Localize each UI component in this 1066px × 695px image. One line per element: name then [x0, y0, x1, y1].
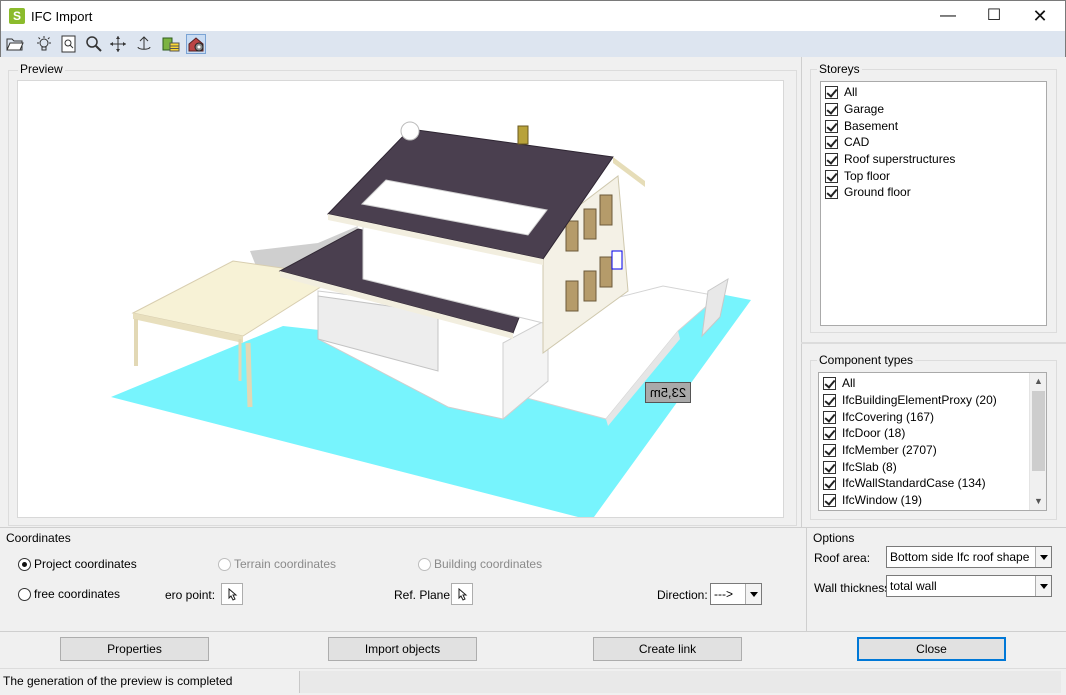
dimension-label: 23,5m — [645, 382, 691, 403]
checkbox-icon[interactable] — [825, 152, 838, 166]
preview-label: Preview — [18, 62, 65, 76]
checkbox-icon[interactable] — [823, 460, 836, 474]
direction-label: Direction: — [657, 588, 708, 602]
zero-point-label: ero point: — [165, 588, 216, 602]
chevron-down-icon[interactable] — [1035, 576, 1051, 596]
checkbox-icon[interactable] — [825, 85, 838, 99]
layers-icon[interactable] — [161, 34, 181, 54]
render-view-icon[interactable] — [186, 34, 206, 54]
building-coordinates-label: Building coordinates — [434, 557, 543, 571]
project-coordinates-label: Project coordinates — [34, 557, 137, 571]
checkbox-icon[interactable] — [825, 119, 838, 133]
import-objects-button[interactable]: Import objects — [328, 637, 477, 661]
checkbox-icon[interactable] — [823, 493, 836, 507]
scroll-thumb[interactable] — [1032, 391, 1045, 471]
close-button[interactable]: Close — [857, 637, 1006, 661]
wall-thickness-select[interactable]: total wall — [886, 575, 1052, 597]
preview-3d-viewport[interactable]: 23,5m — [17, 80, 784, 518]
house-3d-model — [111, 121, 751, 517]
component-item-all[interactable]: All — [819, 375, 855, 391]
storey-item-cad[interactable]: CAD — [821, 134, 869, 150]
button-row-separator — [0, 631, 1066, 632]
minimize-button[interactable]: — — [925, 1, 971, 31]
checkbox-icon[interactable] — [825, 169, 838, 183]
properties-button[interactable]: Properties — [60, 637, 209, 661]
app-logo-icon: S — [9, 8, 25, 24]
free-coordinates-radio[interactable] — [18, 588, 31, 601]
pane-splitter[interactable] — [801, 342, 1066, 344]
pick-point-icon — [458, 587, 468, 601]
pan-icon[interactable] — [108, 34, 128, 54]
status-bar: The generation of the preview is complet… — [0, 668, 1066, 695]
terrain-coordinates-radio[interactable] — [218, 558, 231, 571]
storey-item-basement[interactable]: Basement — [821, 118, 898, 134]
component-types-label: Component types — [817, 353, 916, 367]
storey-item-roof-superstructures[interactable]: Roof superstructures — [821, 151, 955, 167]
create-link-button[interactable]: Create link — [593, 637, 742, 661]
component-types-scrollbar[interactable]: ▲ ▼ — [1029, 373, 1046, 510]
options-label: Options — [813, 531, 855, 545]
component-item-building-element-proxy[interactable]: IfcBuildingElementProxy (20) — [819, 392, 997, 408]
component-item-member[interactable]: IfcMember (2707) — [819, 442, 937, 458]
storeys-list[interactable]: All Garage Basement CAD Roof superstruct… — [820, 81, 1047, 326]
wall-thickness-label: Wall thickness — [814, 581, 891, 595]
project-coordinates-radio[interactable] — [18, 558, 31, 571]
storey-item-ground-floor[interactable]: Ground floor — [821, 184, 911, 200]
terrain-coordinates-label: Terrain coordinates — [234, 557, 337, 571]
component-item-window[interactable]: IfcWindow (19) — [819, 492, 922, 508]
options-separator — [806, 528, 807, 631]
storeys-label: Storeys — [817, 62, 862, 76]
component-item-slab[interactable]: IfcSlab (8) — [819, 459, 897, 475]
zero-point-pick-button[interactable] — [221, 583, 243, 605]
ref-plane-pick-button[interactable] — [451, 583, 473, 605]
scroll-up-icon[interactable]: ▲ — [1030, 373, 1046, 390]
checkbox-icon[interactable] — [825, 135, 838, 149]
checkbox-icon[interactable] — [825, 185, 838, 199]
rotate-icon[interactable] — [134, 34, 154, 54]
component-item-door[interactable]: IfcDoor (18) — [819, 425, 905, 441]
status-text: The generation of the preview is complet… — [3, 674, 233, 688]
section-separator — [0, 527, 1066, 528]
roof-area-label: Roof area: — [814, 551, 871, 565]
window-title: IFC Import — [31, 9, 93, 24]
ref-plane-label: Ref. Plane: — [394, 588, 454, 602]
direction-select[interactable]: ---> — [710, 583, 762, 605]
open-folder-icon[interactable] — [5, 34, 25, 54]
checkbox-icon[interactable] — [823, 426, 836, 440]
checkbox-icon[interactable] — [825, 102, 838, 116]
zoom-icon[interactable] — [84, 34, 104, 54]
storey-item-top-floor[interactable]: Top floor — [821, 168, 890, 184]
status-panel — [299, 671, 1061, 693]
checkbox-icon[interactable] — [823, 476, 836, 490]
scroll-down-icon[interactable]: ▼ — [1030, 493, 1046, 510]
component-item-wall-standard-case[interactable]: IfcWallStandardCase (134) — [819, 475, 986, 491]
title-bar: S IFC Import — ☐ ✕ — [0, 0, 1066, 31]
pane-divider — [801, 57, 802, 527]
toolbar — [0, 31, 1066, 57]
window-close-button[interactable]: ✕ — [1017, 1, 1063, 31]
light-bulb-icon[interactable] — [34, 34, 54, 54]
pick-point-icon — [228, 587, 238, 601]
checkbox-icon[interactable] — [823, 443, 836, 457]
chevron-down-icon[interactable] — [745, 584, 761, 604]
storey-item-all[interactable]: All — [821, 84, 857, 100]
chevron-down-icon[interactable] — [1035, 547, 1051, 567]
storey-item-garage[interactable]: Garage — [821, 101, 884, 117]
coordinates-label: Coordinates — [6, 531, 71, 545]
zoom-page-icon[interactable] — [59, 34, 79, 54]
maximize-button[interactable]: ☐ — [971, 1, 1017, 31]
component-item-covering[interactable]: IfcCovering (167) — [819, 409, 934, 425]
checkbox-icon[interactable] — [823, 393, 836, 407]
building-coordinates-radio[interactable] — [418, 558, 431, 571]
component-types-list[interactable]: All IfcBuildingElementProxy (20) IfcCove… — [818, 372, 1047, 511]
checkbox-icon[interactable] — [823, 376, 836, 390]
free-coordinates-label: free coordinates — [34, 587, 121, 601]
checkbox-icon[interactable] — [823, 410, 836, 424]
roof-area-select[interactable]: Bottom side Ifc roof shape — [886, 546, 1052, 568]
